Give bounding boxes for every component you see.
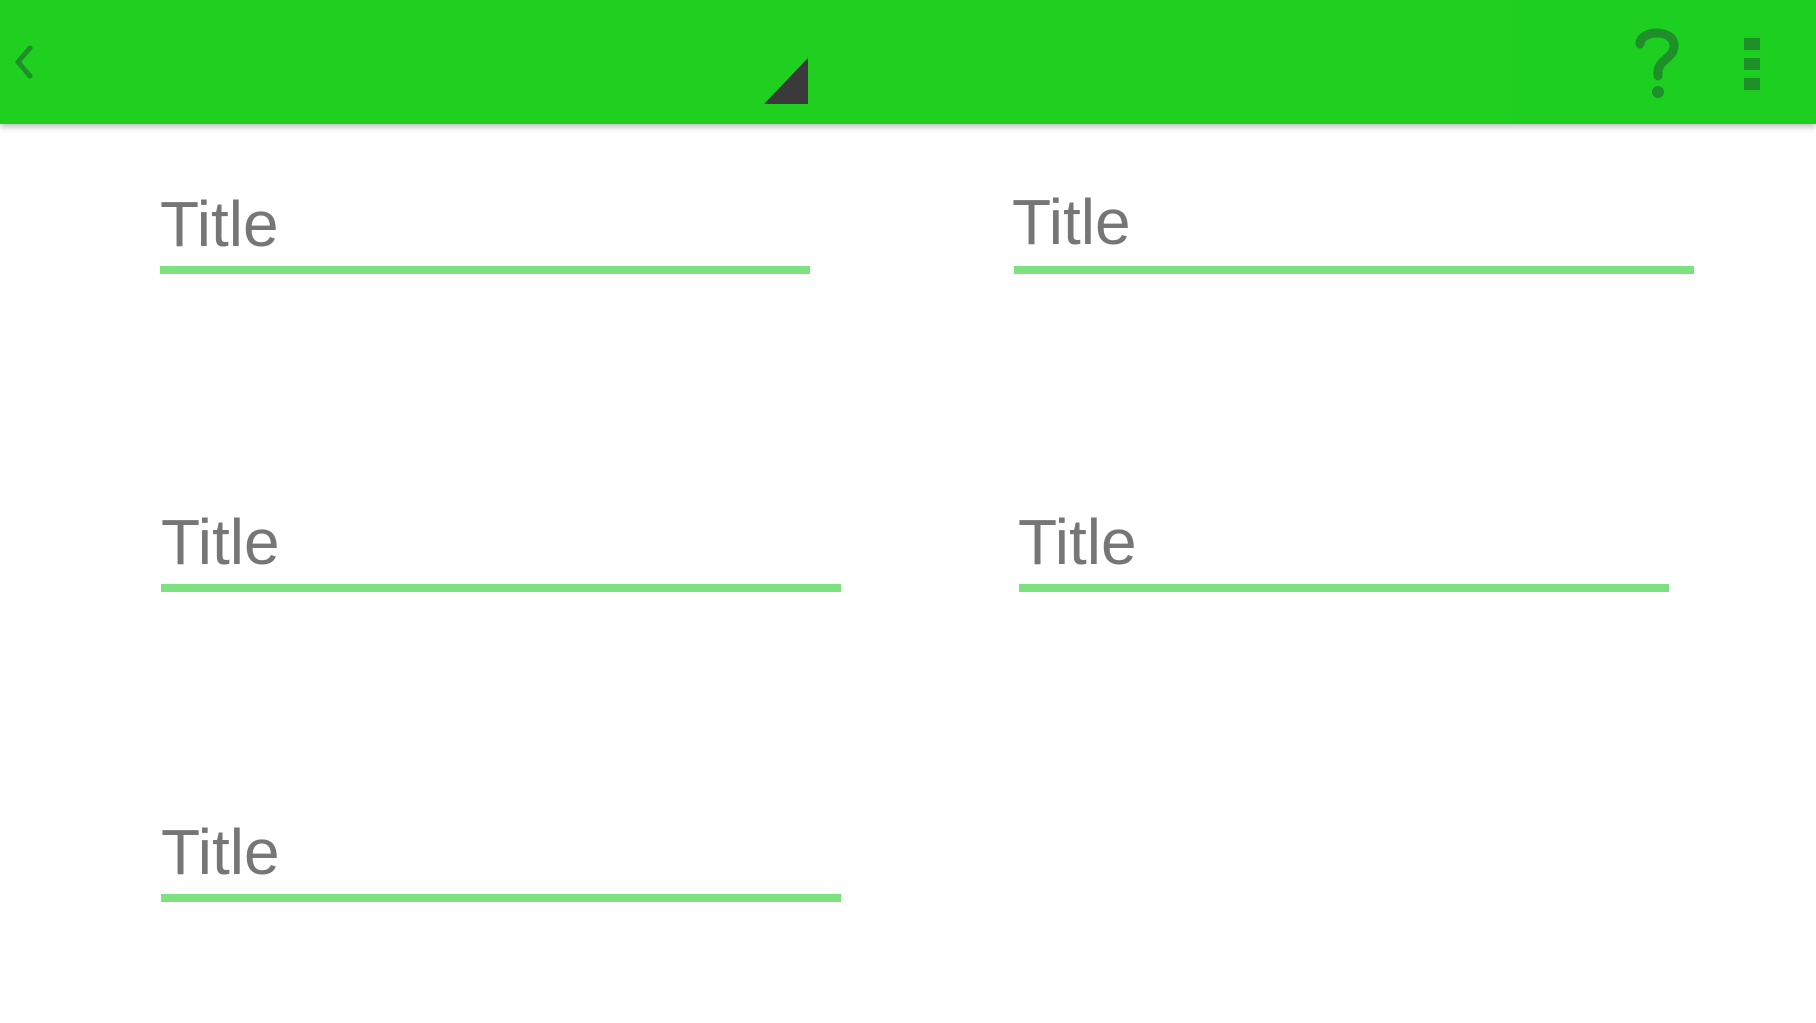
- title-field-underline: [1014, 266, 1694, 274]
- question-mark-icon: [1635, 28, 1679, 98]
- dropdown-triangle-icon: [764, 58, 808, 104]
- title-field-label: Title: [161, 506, 280, 578]
- title-field-underline: [1019, 584, 1669, 592]
- title-field-label: Title: [1018, 506, 1137, 578]
- more-vertical-icon: [1744, 38, 1760, 90]
- title-field-4[interactable]: Title: [1018, 506, 1669, 596]
- overflow-menu-button[interactable]: [1730, 34, 1774, 94]
- title-field-3[interactable]: Title: [161, 506, 841, 596]
- dropdown-button[interactable]: [764, 58, 810, 104]
- title-field-underline: [160, 266, 810, 274]
- title-field-label: Title: [1012, 186, 1131, 258]
- toolbar: [0, 0, 1816, 124]
- app-screen: Title Title Title Title Title: [0, 0, 1816, 1023]
- title-field-underline: [161, 894, 841, 902]
- title-field-underline: [161, 584, 841, 592]
- toolbar-background: [0, 0, 1512, 124]
- title-field-label: Title: [160, 188, 279, 260]
- chevron-left-icon: [15, 45, 33, 79]
- title-field-5[interactable]: Title: [161, 816, 841, 906]
- title-field-2[interactable]: Title: [1012, 186, 1694, 276]
- title-field-1[interactable]: Title: [160, 188, 810, 278]
- help-button[interactable]: [1628, 22, 1686, 102]
- back-button[interactable]: [6, 34, 40, 88]
- title-field-label: Title: [161, 816, 280, 888]
